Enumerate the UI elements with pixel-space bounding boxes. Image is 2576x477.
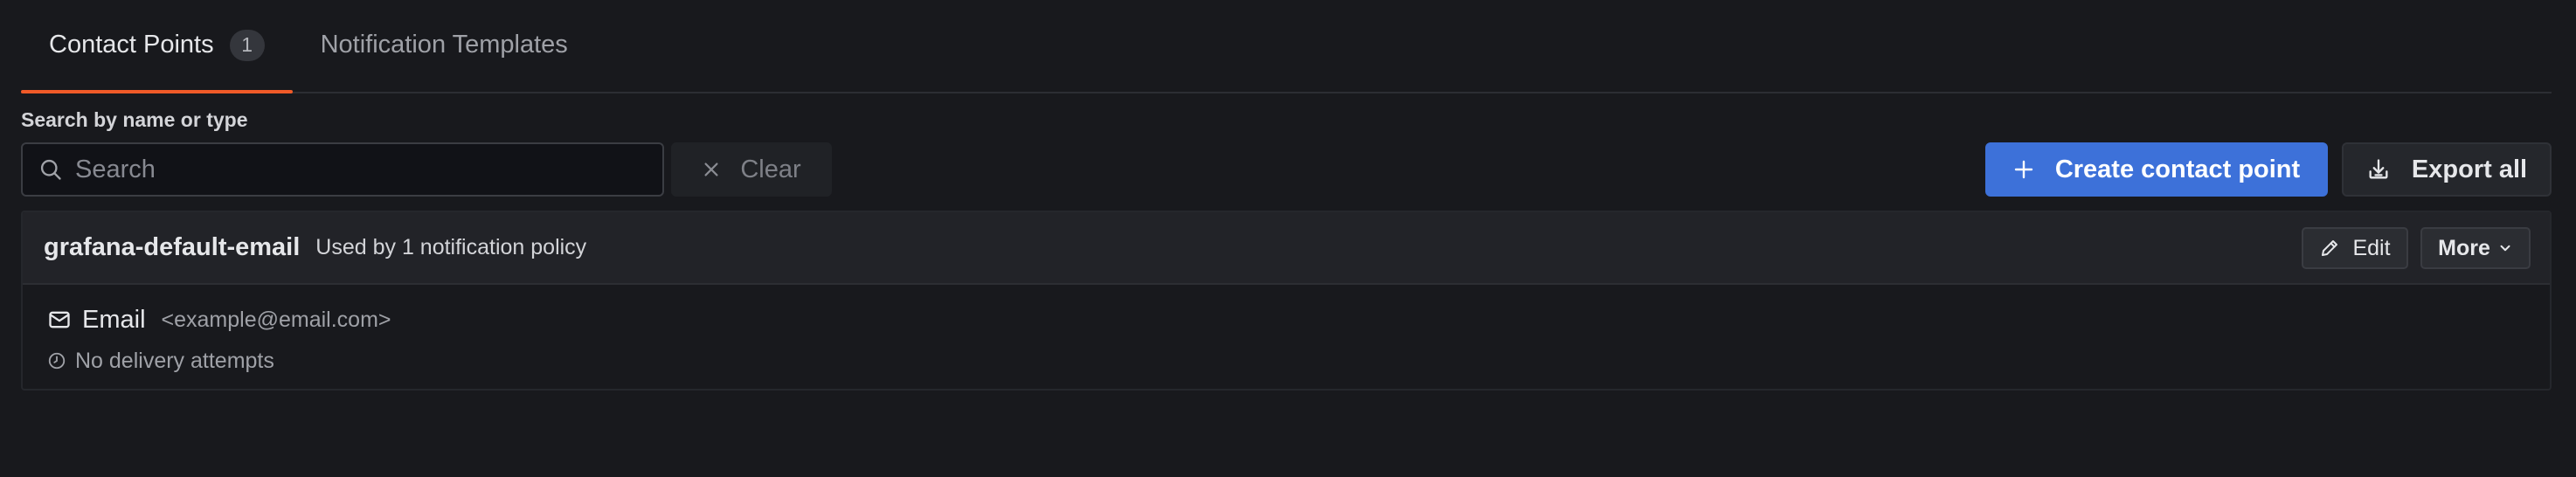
tab-label: Notification Templates — [320, 31, 568, 59]
tab-label: Contact Points — [49, 31, 214, 59]
integration-address: <example@email.com> — [161, 307, 391, 332]
clear-button-label: Clear — [740, 155, 801, 183]
tab-contact-points[interactable]: Contact Points 1 — [21, 0, 293, 93]
edit-button[interactable]: Edit — [2302, 227, 2408, 269]
delivery-status-row: No delivery attempts — [47, 343, 2525, 378]
tab-count-badge: 1 — [229, 29, 265, 61]
more-button[interactable]: More — [2420, 227, 2531, 269]
search-input[interactable] — [75, 155, 652, 184]
contact-point-body: Email <example@email.com> No delivery at… — [23, 285, 2550, 389]
tab-bar: Contact Points 1 Notification Templates — [21, 0, 2552, 93]
clock-icon — [48, 352, 66, 370]
chevron-down-icon — [2500, 245, 2510, 252]
search-field[interactable] — [21, 142, 664, 197]
export-button-label: Export all — [2411, 155, 2528, 183]
integration-row: Email <example@email.com> — [47, 302, 2525, 337]
contact-points-page: Contact Points 1 Notification Templates … — [0, 0, 2576, 477]
create-button-label: Create contact point — [2054, 155, 2301, 183]
create-contact-point-button[interactable]: Create contact point — [1985, 142, 2328, 197]
close-icon — [704, 162, 718, 176]
download-icon — [2369, 159, 2388, 179]
delivery-status: No delivery attempts — [75, 348, 274, 373]
contact-point-card: grafana-default-email Used by 1 notifica… — [21, 211, 2552, 391]
envelope-icon — [49, 311, 70, 328]
search-icon — [40, 159, 61, 180]
edit-button-label: Edit — [2352, 235, 2391, 260]
clear-button[interactable]: Clear — [671, 142, 832, 197]
integration-type: Email — [82, 305, 146, 334]
more-button-label: More — [2438, 235, 2490, 260]
pencil-icon — [2322, 240, 2338, 256]
search-label: Search by name or type — [21, 108, 248, 131]
contact-point-header: grafana-default-email Used by 1 notifica… — [23, 212, 2550, 285]
export-all-button[interactable]: Export all — [2342, 142, 2552, 197]
plus-icon — [2014, 160, 2033, 179]
contact-point-usage: Used by 1 notification policy — [315, 235, 587, 259]
tab-notification-templates[interactable]: Notification Templates — [293, 0, 596, 92]
contact-point-name: grafana-default-email — [44, 233, 301, 261]
